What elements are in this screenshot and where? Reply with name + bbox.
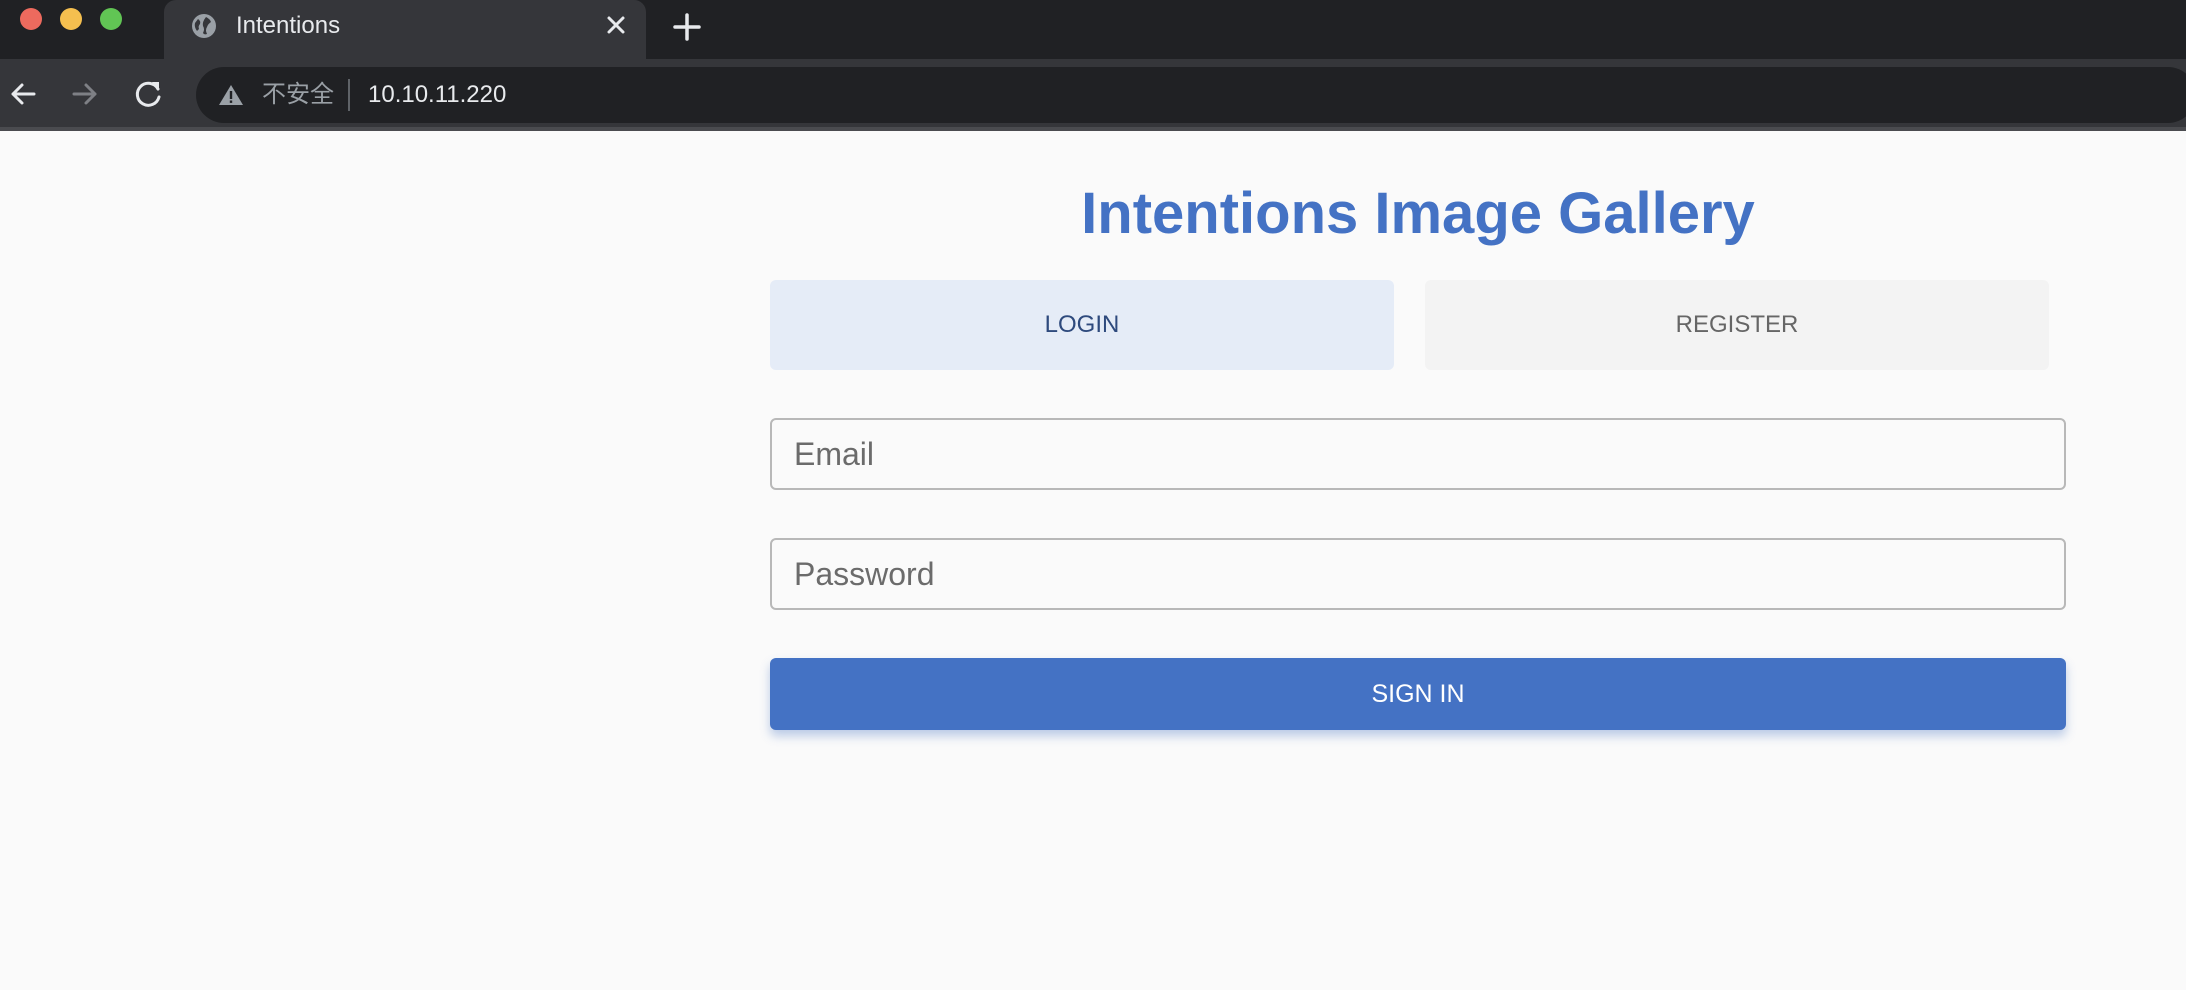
back-arrow-icon[interactable] (6, 77, 40, 111)
address-bar[interactable]: 不安全 10.10.11.220 (196, 67, 2186, 123)
tab-login[interactable]: LOGIN (770, 280, 1394, 370)
warning-icon[interactable] (218, 83, 244, 107)
browser-toolbar: 不安全 10.10.11.220 (0, 59, 2186, 131)
tab-title: Intentions (236, 12, 341, 39)
address-bar-divider (348, 79, 350, 111)
browser-tab-bar: Intentions (0, 0, 2186, 59)
browser-tab[interactable]: Intentions (164, 0, 646, 59)
security-status-label[interactable]: 不安全 (262, 81, 334, 109)
window-maximize-button[interactable] (100, 8, 122, 30)
plus-icon[interactable] (670, 10, 704, 44)
tab-register[interactable]: REGISTER (1425, 280, 2049, 370)
page-title: Intentions Image Gallery (1081, 181, 1755, 246)
url-text[interactable]: 10.10.11.220 (368, 81, 506, 109)
close-icon[interactable] (604, 13, 628, 37)
sign-in-button[interactable]: SIGN IN (770, 658, 2066, 730)
email-input[interactable] (770, 418, 2066, 490)
reload-icon[interactable] (132, 77, 166, 111)
globe-icon (192, 14, 216, 38)
forward-arrow-icon[interactable] (68, 77, 102, 111)
password-input[interactable] (770, 538, 2066, 610)
window-close-button[interactable] (20, 8, 42, 30)
window-minimize-button[interactable] (60, 8, 82, 30)
page-content: Intentions Image Gallery LOGIN REGISTER … (0, 135, 2186, 990)
